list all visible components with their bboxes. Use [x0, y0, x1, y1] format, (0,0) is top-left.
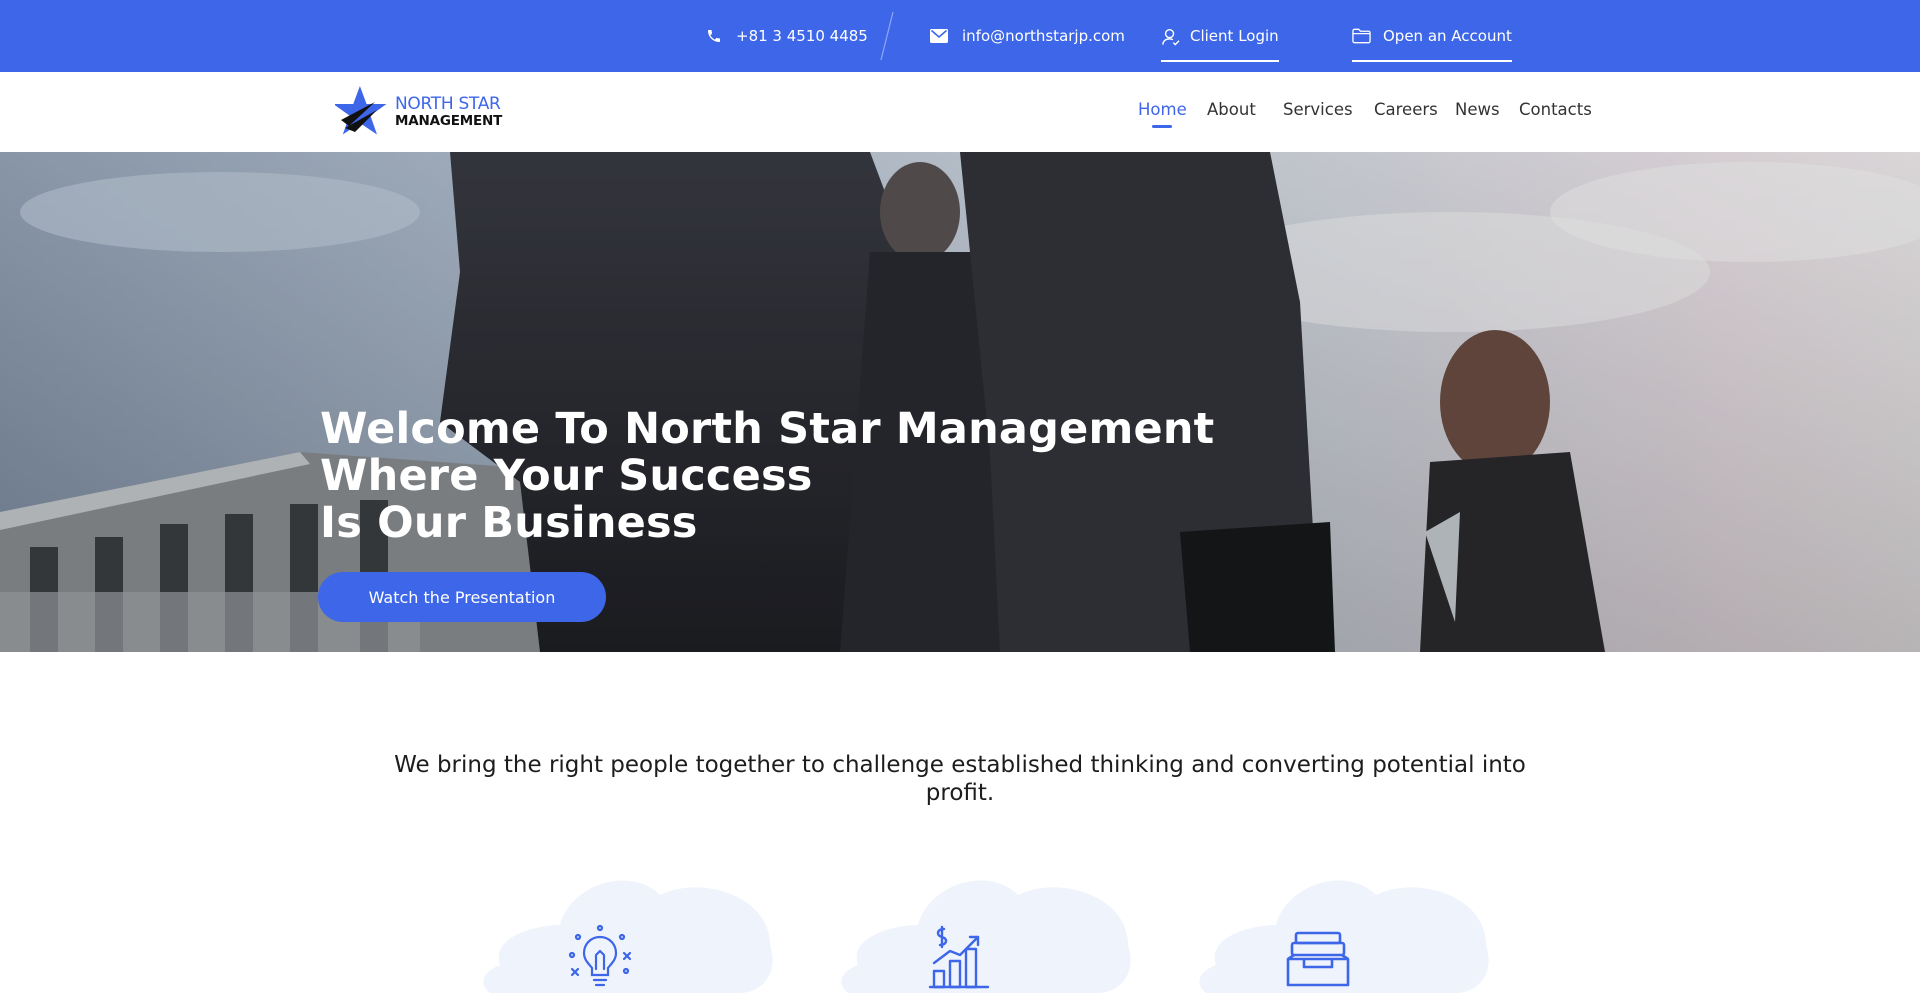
nav-services[interactable]: Services	[1283, 100, 1353, 119]
nav-news[interactable]: News	[1455, 100, 1500, 119]
growth-chart-icon	[928, 925, 990, 989]
star-logo-icon	[335, 86, 387, 135]
logo-line2: MANAGEMENT	[395, 112, 503, 129]
nav-active-indicator	[1152, 125, 1172, 128]
email-address: info@northstarjp.com	[962, 27, 1125, 45]
nav-contacts[interactable]: Contacts	[1519, 100, 1592, 119]
topbar-divider	[880, 12, 894, 60]
open-account-label: Open an Account	[1383, 26, 1512, 45]
user-icon	[1162, 28, 1180, 46]
logo-line1: NORTH STAR	[395, 93, 501, 114]
hero-background-image	[0, 152, 1920, 652]
phone-icon	[708, 30, 720, 42]
client-login-label: Client Login	[1190, 26, 1279, 45]
intro-text: We bring the right people together to ch…	[394, 752, 1526, 806]
email-contact[interactable]: info@northstarjp.com	[930, 0, 1125, 72]
feature-card	[480, 865, 780, 993]
inbox-tray-icon	[1286, 931, 1350, 987]
hero-title: Welcome To North Star Management Where Y…	[320, 406, 1214, 547]
phone-contact[interactable]: +81 3 4510 4485	[706, 0, 868, 72]
open-account-link[interactable]: Open an Account	[1352, 0, 1512, 72]
hero-title-line3: Is Our Business	[320, 498, 698, 548]
lightbulb-icon	[568, 925, 632, 987]
nav-careers[interactable]: Careers	[1374, 100, 1438, 119]
hero-title-line1: Welcome To North Star Management	[320, 404, 1215, 454]
nav-home[interactable]: Home	[1138, 100, 1187, 119]
phone-number: +81 3 4510 4485	[736, 27, 868, 45]
site-header: NORTH STAR MANAGEMENT Home About Service…	[0, 72, 1920, 152]
nav-about[interactable]: About	[1207, 100, 1256, 119]
feature-card	[838, 865, 1138, 993]
envelope-icon	[930, 29, 948, 43]
feature-card	[1196, 865, 1496, 993]
top-bar: +81 3 4510 4485 info@northstarjp.com Cli…	[0, 0, 1920, 72]
logo[interactable]: NORTH STAR MANAGEMENT	[335, 84, 515, 140]
client-login-link[interactable]: Client Login	[1161, 0, 1279, 72]
hero-title-line2: Where Your Success	[320, 451, 813, 501]
watch-presentation-button[interactable]: Watch the Presentation	[318, 572, 606, 622]
folder-icon	[1352, 28, 1371, 44]
hero-section: Welcome To North Star Management Where Y…	[0, 152, 1920, 652]
